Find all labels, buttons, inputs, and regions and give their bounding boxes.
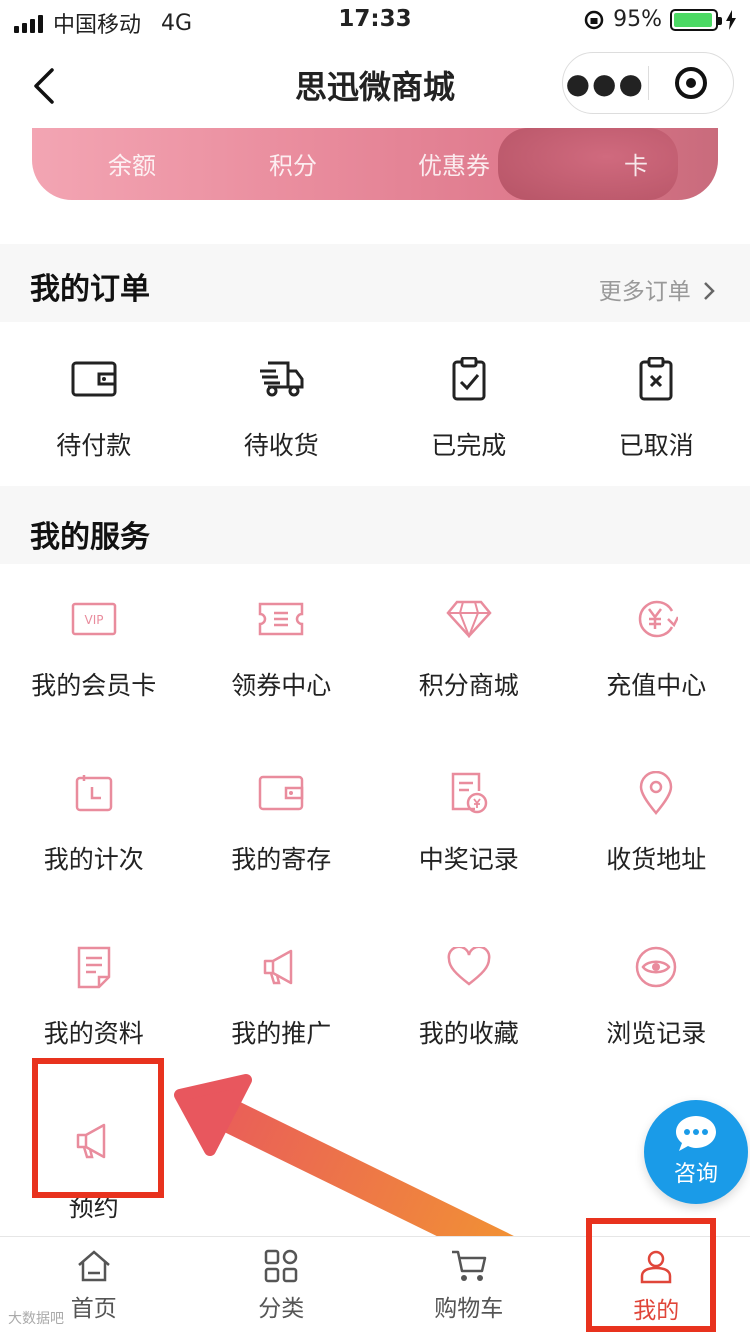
tab-category-label: 分类 <box>258 1296 305 1322</box>
cart-icon <box>451 1250 486 1281</box>
consult-button[interactable]: 咨询 <box>644 1100 748 1204</box>
tab-cart-label: 购物车 <box>434 1296 504 1322</box>
tab-home-label: 首页 <box>70 1296 117 1322</box>
chat-bubble-icon <box>676 1116 716 1151</box>
consult-label: 咨询 <box>673 1162 718 1187</box>
tab-category[interactable]: 分类 <box>188 1237 376 1334</box>
home-icon <box>77 1250 110 1282</box>
watermark: 大数据吧 <box>8 1311 64 1327</box>
reservation-highlight-box <box>32 1058 164 1198</box>
tab-cart[interactable]: 购物车 <box>375 1237 563 1334</box>
category-grid-icon <box>265 1249 298 1283</box>
mine-tab-highlight-box <box>586 1218 716 1332</box>
